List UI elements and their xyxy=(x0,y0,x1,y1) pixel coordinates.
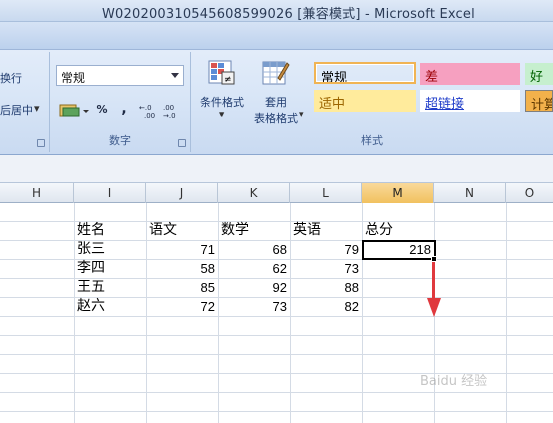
column-header-h[interactable]: H xyxy=(0,183,74,203)
grid-line xyxy=(506,203,507,423)
merge-dropdown-icon[interactable]: ▾ xyxy=(34,102,40,115)
column-header-m[interactable]: M xyxy=(362,183,434,203)
chevron-down-icon xyxy=(171,73,179,78)
title-bar: W020200310545608599026 [兼容模式] - Microsof… xyxy=(0,0,553,22)
table-cell-name[interactable]: 王五 xyxy=(77,278,105,297)
header-cell-english[interactable]: 英语 xyxy=(293,221,321,240)
comma-button[interactable]: , xyxy=(116,100,132,120)
wrap-text-button[interactable]: 换行 xyxy=(0,70,22,86)
style-good-label: 好 xyxy=(530,70,544,85)
alignment-group: 换行 后居中 ▾ xyxy=(0,52,50,152)
grid-line xyxy=(0,354,553,355)
decrease-decimal-icon: .00 →.0 xyxy=(163,104,176,120)
ribbon-tab-strip xyxy=(0,22,553,50)
increase-decimal-icon: ←.0 .00 xyxy=(139,104,155,120)
style-normal-label: 常规 xyxy=(321,71,348,84)
format-table-icon xyxy=(262,61,290,85)
table-cell-english[interactable]: 79 xyxy=(290,240,359,259)
grid-line xyxy=(0,335,553,336)
format-table-label-2: 表格格式 xyxy=(254,112,298,125)
chevron-down-icon: ▾ xyxy=(219,110,224,120)
number-group-label: 数字 xyxy=(109,134,131,147)
watermark: Baidu 经验 xyxy=(420,374,488,389)
table-cell-english[interactable]: 88 xyxy=(290,278,359,297)
window-title: W020200310545608599026 [兼容模式] - Microsof… xyxy=(102,7,475,22)
style-neutral[interactable]: 适中 xyxy=(314,90,416,112)
style-normal[interactable]: 常规 xyxy=(314,62,416,84)
table-cell-chinese[interactable]: 58 xyxy=(146,259,215,278)
percent-button[interactable]: % xyxy=(92,102,112,122)
table-cell-chinese[interactable]: 72 xyxy=(146,297,215,316)
grid-line xyxy=(0,316,553,317)
style-hyperlink-label: 超链接 xyxy=(425,97,465,112)
table-cell-math[interactable]: 73 xyxy=(218,297,287,316)
down-arrow-icon xyxy=(427,262,441,317)
formula-area xyxy=(0,155,553,183)
style-bad-label: 差 xyxy=(425,70,439,85)
style-good[interactable]: 好 xyxy=(525,63,553,85)
number-format-value: 常规 xyxy=(61,71,86,85)
svg-text:.00: .00 xyxy=(163,104,174,112)
table-cell-english[interactable]: 82 xyxy=(290,297,359,316)
column-header-o[interactable]: O xyxy=(506,183,553,203)
conditional-format-icon: ≠ xyxy=(208,60,235,85)
header-cell-total[interactable]: 总分 xyxy=(365,221,393,240)
svg-text:≠: ≠ xyxy=(224,75,232,85)
ribbon: 换行 后居中 ▾ 数字 常规 % , ←.0 .00 .00 →.0 样式 ≠ … xyxy=(0,22,553,155)
table-cell-math[interactable]: 68 xyxy=(218,240,287,259)
format-as-table-button[interactable]: 套用 表格格式 xyxy=(248,60,304,130)
table-cell-name[interactable]: 李四 xyxy=(77,259,105,278)
column-header-l[interactable]: L xyxy=(290,183,362,203)
merge-center-button[interactable]: 后居中 xyxy=(0,102,33,118)
grid-line xyxy=(0,411,553,412)
style-neutral-label: 适中 xyxy=(319,97,346,112)
table-cell-math[interactable]: 62 xyxy=(218,259,287,278)
table-cell-math[interactable]: 92 xyxy=(218,278,287,297)
grid-line xyxy=(74,203,75,423)
header-cell-math[interactable]: 数学 xyxy=(221,221,249,240)
currency-button[interactable] xyxy=(56,100,90,120)
style-calculation-label: 计算 xyxy=(531,98,552,112)
alignment-launcher-icon[interactable] xyxy=(37,139,45,147)
header-cell-name[interactable]: 姓名 xyxy=(77,221,105,240)
svg-text:.00: .00 xyxy=(144,112,155,119)
decrease-decimal-button[interactable]: .00 →.0 xyxy=(162,102,184,122)
column-header-k[interactable]: K xyxy=(218,183,290,203)
number-launcher-icon[interactable] xyxy=(178,139,186,147)
column-header-i[interactable]: I xyxy=(74,183,146,203)
column-headers: H I J K L M N O xyxy=(0,183,553,203)
number-format-dropdown[interactable]: 常规 xyxy=(56,65,184,86)
table-cell-english[interactable]: 73 xyxy=(290,259,359,278)
styles-group-label: 样式 xyxy=(361,134,383,147)
style-bad[interactable]: 差 xyxy=(420,63,520,85)
table-cell-name[interactable]: 赵六 xyxy=(77,297,105,316)
grid-line xyxy=(362,203,363,423)
increase-decimal-button[interactable]: ←.0 .00 xyxy=(138,102,160,122)
svg-text:→.0: →.0 xyxy=(163,112,176,119)
conditional-format-label: 条件格式 xyxy=(200,96,244,109)
column-header-n[interactable]: N xyxy=(434,183,506,203)
style-hyperlink[interactable]: 超链接 xyxy=(420,90,520,112)
grid-line xyxy=(0,392,553,393)
selected-cell-outline xyxy=(362,240,436,260)
table-cell-name[interactable]: 张三 xyxy=(77,240,105,259)
column-header-j[interactable]: J xyxy=(146,183,218,203)
currency-icon xyxy=(59,104,89,117)
format-table-label-1: 套用 xyxy=(265,96,287,109)
style-calculation[interactable]: 计算 xyxy=(525,90,553,112)
table-cell-chinese[interactable]: 71 xyxy=(146,240,215,259)
header-cell-chinese[interactable]: 语文 xyxy=(149,221,177,240)
svg-text:←.0: ←.0 xyxy=(139,104,152,112)
chevron-down-icon: ▾ xyxy=(299,110,304,120)
table-cell-chinese[interactable]: 85 xyxy=(146,278,215,297)
